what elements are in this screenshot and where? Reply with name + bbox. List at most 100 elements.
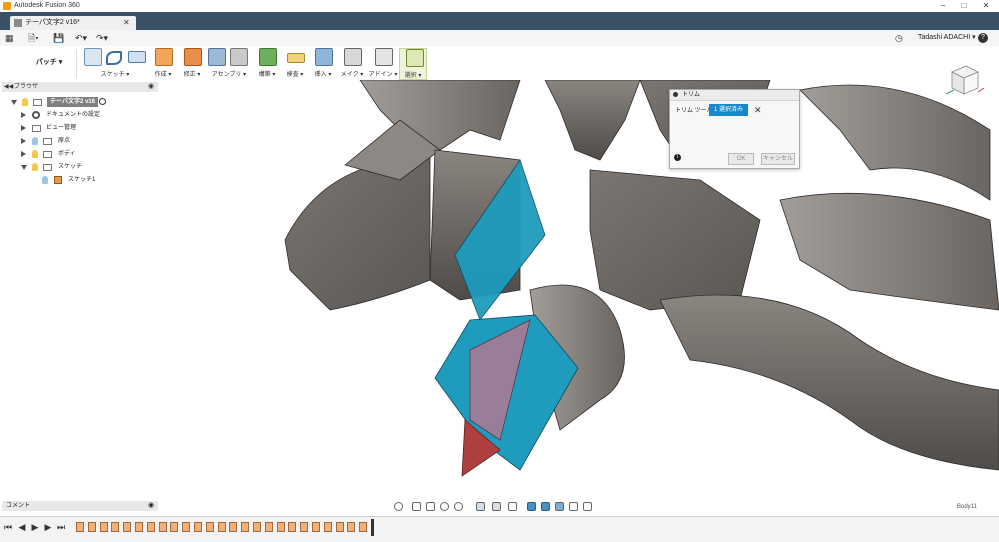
clock-icon[interactable]: ◷ bbox=[895, 33, 903, 43]
browser-item-document-settings[interactable]: ドキュメントの設定 bbox=[2, 109, 158, 121]
timeline-feature-icon[interactable] bbox=[135, 522, 143, 532]
view-cube[interactable] bbox=[944, 60, 985, 100]
cancel-button[interactable]: キャンセル bbox=[761, 153, 795, 165]
expand-root-icon[interactable] bbox=[11, 100, 17, 105]
save-icon[interactable]: 💾 bbox=[53, 33, 64, 43]
fit-icon[interactable] bbox=[454, 502, 463, 511]
collapse-icon[interactable] bbox=[21, 165, 27, 170]
timeline-feature-icon[interactable] bbox=[288, 522, 297, 532]
timeline-marker[interactable] bbox=[371, 519, 374, 536]
new-tab-button[interactable]: + bbox=[118, 15, 128, 29]
orbit-icon[interactable] bbox=[394, 502, 403, 511]
hidden-edges-icon[interactable] bbox=[555, 502, 564, 511]
timeline-feature-icon[interactable] bbox=[323, 522, 332, 532]
surface-top-mid[interactable] bbox=[544, 80, 641, 161]
redo-icon[interactable]: ↷▾ bbox=[96, 33, 108, 43]
visibility-bulb-icon[interactable] bbox=[32, 137, 38, 145]
expand-icon[interactable] bbox=[21, 112, 26, 118]
grid-menu-icon[interactable]: ▦ bbox=[5, 33, 14, 43]
collapse-panel-icon[interactable]: ◀◀ bbox=[4, 82, 13, 92]
3d-print-icon[interactable] bbox=[344, 48, 362, 66]
timeline-feature-icon[interactable] bbox=[146, 522, 155, 532]
maximize-icon[interactable]: □ bbox=[953, 0, 975, 12]
timeline-feature-icon[interactable] bbox=[347, 522, 356, 532]
clear-selection-icon[interactable]: ✕ bbox=[754, 104, 762, 116]
shaded-edges-icon[interactable] bbox=[541, 502, 550, 511]
browser-item-sketches[interactable]: スケッチ bbox=[2, 161, 158, 173]
timeline-feature-icon[interactable] bbox=[170, 522, 179, 532]
timeline-feature-icon[interactable] bbox=[229, 522, 238, 532]
timeline-feature-icon[interactable] bbox=[241, 522, 250, 532]
timeline-feature-icon[interactable] bbox=[359, 522, 368, 532]
timeline-play-icon[interactable]: ▶ bbox=[30, 521, 40, 533]
timeline-feature-icon[interactable] bbox=[253, 522, 261, 532]
timeline-feature-icon[interactable] bbox=[205, 522, 214, 532]
ribbon-group-modify[interactable]: 修正 ▾ bbox=[178, 48, 206, 80]
timeline-feature-icon[interactable] bbox=[276, 522, 285, 532]
browser-root-row[interactable]: テーパ文字2 v16 bbox=[2, 96, 158, 108]
trim-surface-icon[interactable] bbox=[184, 48, 202, 66]
timeline-feature-icon[interactable] bbox=[312, 522, 320, 532]
extrude-icon[interactable] bbox=[155, 48, 173, 66]
grid-snaps-icon[interactable] bbox=[492, 502, 501, 511]
timeline-feature-icon[interactable] bbox=[182, 522, 191, 532]
browser-item-bodies[interactable]: ボディ bbox=[2, 148, 158, 160]
timeline-feature-icon[interactable] bbox=[123, 522, 132, 532]
ok-button[interactable]: OK bbox=[728, 153, 754, 165]
help-icon[interactable]: ? bbox=[978, 33, 988, 43]
close-window-icon[interactable]: ✕ bbox=[975, 0, 997, 12]
timeline-feature-icon[interactable] bbox=[111, 522, 120, 532]
timeline-feature-icon[interactable] bbox=[87, 522, 96, 532]
ribbon-group-create[interactable]: 作成 ▾ bbox=[150, 48, 176, 80]
timeline-feature-icon[interactable] bbox=[194, 522, 202, 532]
timeline-feature-icon[interactable] bbox=[99, 522, 108, 532]
insert-image-icon[interactable] bbox=[315, 48, 333, 66]
timeline-feature-icon[interactable] bbox=[76, 522, 84, 532]
ribbon-group-select[interactable]: 選択 ▾ bbox=[399, 48, 427, 80]
user-menu[interactable]: Tadashi ADACHI ▾ bbox=[918, 33, 976, 43]
shaded-icon[interactable] bbox=[527, 502, 536, 511]
workspace-switcher[interactable]: パッチ ▾ bbox=[28, 52, 70, 74]
pan-icon[interactable] bbox=[426, 502, 435, 511]
timeline-feature-icon[interactable] bbox=[264, 522, 273, 532]
zoom-icon[interactable] bbox=[440, 502, 449, 511]
joint-icon[interactable] bbox=[230, 48, 248, 66]
wireframe-icon[interactable] bbox=[569, 502, 578, 511]
trim-tool-selection-button[interactable]: 1 選択済み bbox=[709, 104, 748, 116]
info-icon[interactable]: i bbox=[674, 154, 681, 161]
measure-icon[interactable] bbox=[287, 53, 305, 63]
viewports-icon[interactable] bbox=[508, 502, 517, 511]
look-at-icon[interactable] bbox=[412, 502, 421, 511]
surface-far-right-band[interactable] bbox=[779, 192, 999, 311]
ribbon-group-sketch[interactable]: スケッチ ▾ bbox=[80, 48, 150, 80]
expand-icon[interactable] bbox=[21, 151, 26, 157]
surface-top-far-right[interactable] bbox=[799, 84, 991, 201]
surface-right-sweep[interactable] bbox=[659, 294, 999, 471]
timeline-forward-icon[interactable]: ▶ bbox=[43, 521, 53, 533]
ribbon-group-insert[interactable]: 挿入 ▾ bbox=[312, 48, 334, 80]
undo-icon[interactable]: ↶▾ bbox=[75, 33, 87, 43]
visibility-bulb-icon[interactable] bbox=[22, 98, 28, 106]
select-arrow-icon[interactable] bbox=[406, 49, 424, 67]
timeline-feature-icon[interactable] bbox=[300, 522, 309, 532]
display-settings-icon[interactable] bbox=[476, 502, 485, 511]
timeline-feature-icon[interactable] bbox=[158, 522, 167, 532]
ribbon-group-construct[interactable]: 構築 ▾ bbox=[256, 48, 278, 80]
create-sketch-icon[interactable] bbox=[84, 48, 102, 66]
expand-icon[interactable] bbox=[21, 138, 26, 144]
timeline-feature-icon[interactable] bbox=[335, 522, 344, 532]
ribbon-group-addins[interactable]: アドイン ▾ bbox=[368, 48, 398, 80]
comments-panel[interactable]: コメント ◉ bbox=[2, 501, 158, 511]
scripts-addins-icon[interactable] bbox=[375, 48, 393, 66]
rectangle-icon[interactable] bbox=[128, 51, 146, 63]
timeline-back-icon[interactable]: ◀ bbox=[17, 521, 27, 533]
new-component-icon[interactable] bbox=[208, 48, 226, 66]
expand-icon[interactable] bbox=[21, 125, 26, 131]
visibility-bulb-icon[interactable] bbox=[32, 150, 38, 158]
browser-item-views[interactable]: ビュー管理 bbox=[2, 122, 158, 134]
comments-add-icon[interactable]: ◉ bbox=[148, 501, 154, 511]
timeline-start-icon[interactable]: ⏮ bbox=[3, 521, 13, 533]
activate-radio-icon[interactable] bbox=[99, 98, 106, 105]
visibility-bulb-icon[interactable] bbox=[32, 163, 38, 171]
ribbon-group-inspect[interactable]: 検査 ▾ bbox=[284, 48, 306, 80]
